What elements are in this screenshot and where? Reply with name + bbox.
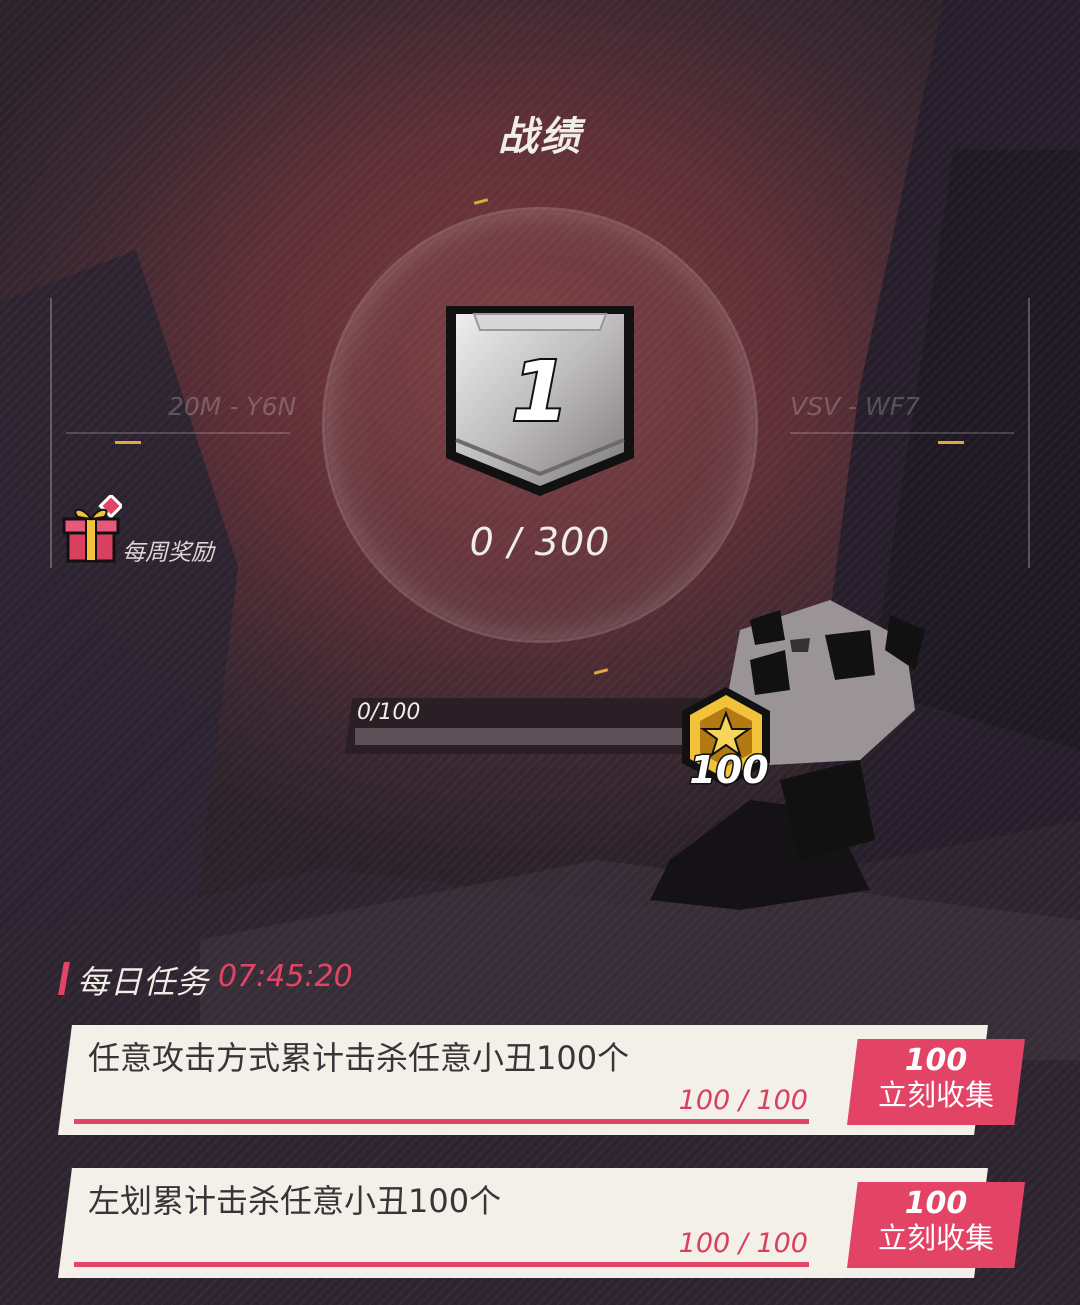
xp-label: 0/100 [357, 700, 421, 725]
left-divider [66, 432, 290, 434]
weekly-reward-label[interactable]: 每周奖励 [122, 533, 214, 567]
task-progress: 100 / 100 [678, 1085, 808, 1116]
xp-bar-track [355, 728, 695, 745]
daily-timer: 07:45:20 [218, 959, 353, 994]
rank-level: 1 [509, 343, 570, 442]
task-progress-bar [74, 1119, 809, 1124]
right-code: VSV - WF7 [790, 392, 920, 421]
collect-button[interactable]: 100 立刻收集 [847, 1039, 1025, 1125]
collect-label: 立刻收集 [877, 1221, 994, 1255]
daily-title: 每日任务 [77, 963, 210, 1001]
task-progress-bar [74, 1262, 809, 1267]
collect-reward: 100 [904, 1043, 968, 1078]
left-mark [115, 441, 141, 444]
collect-label: 立刻收集 [877, 1078, 994, 1112]
right-mark [938, 441, 964, 444]
task-progress: 100 / 100 [678, 1228, 808, 1259]
right-divider [790, 432, 1014, 434]
page-title: 战绩 [498, 114, 582, 160]
collect-button[interactable]: 100 立刻收集 [847, 1182, 1025, 1268]
gift-icon[interactable] [62, 495, 122, 565]
task-text: 左划累计击杀任意小丑100个 [88, 1182, 502, 1220]
collect-reward: 100 [904, 1186, 968, 1221]
task-text: 任意攻击方式累计击杀任意小丑100个 [88, 1039, 630, 1077]
left-code: 20M - Y6N [168, 392, 297, 421]
coin-value: 100 [688, 747, 770, 794]
